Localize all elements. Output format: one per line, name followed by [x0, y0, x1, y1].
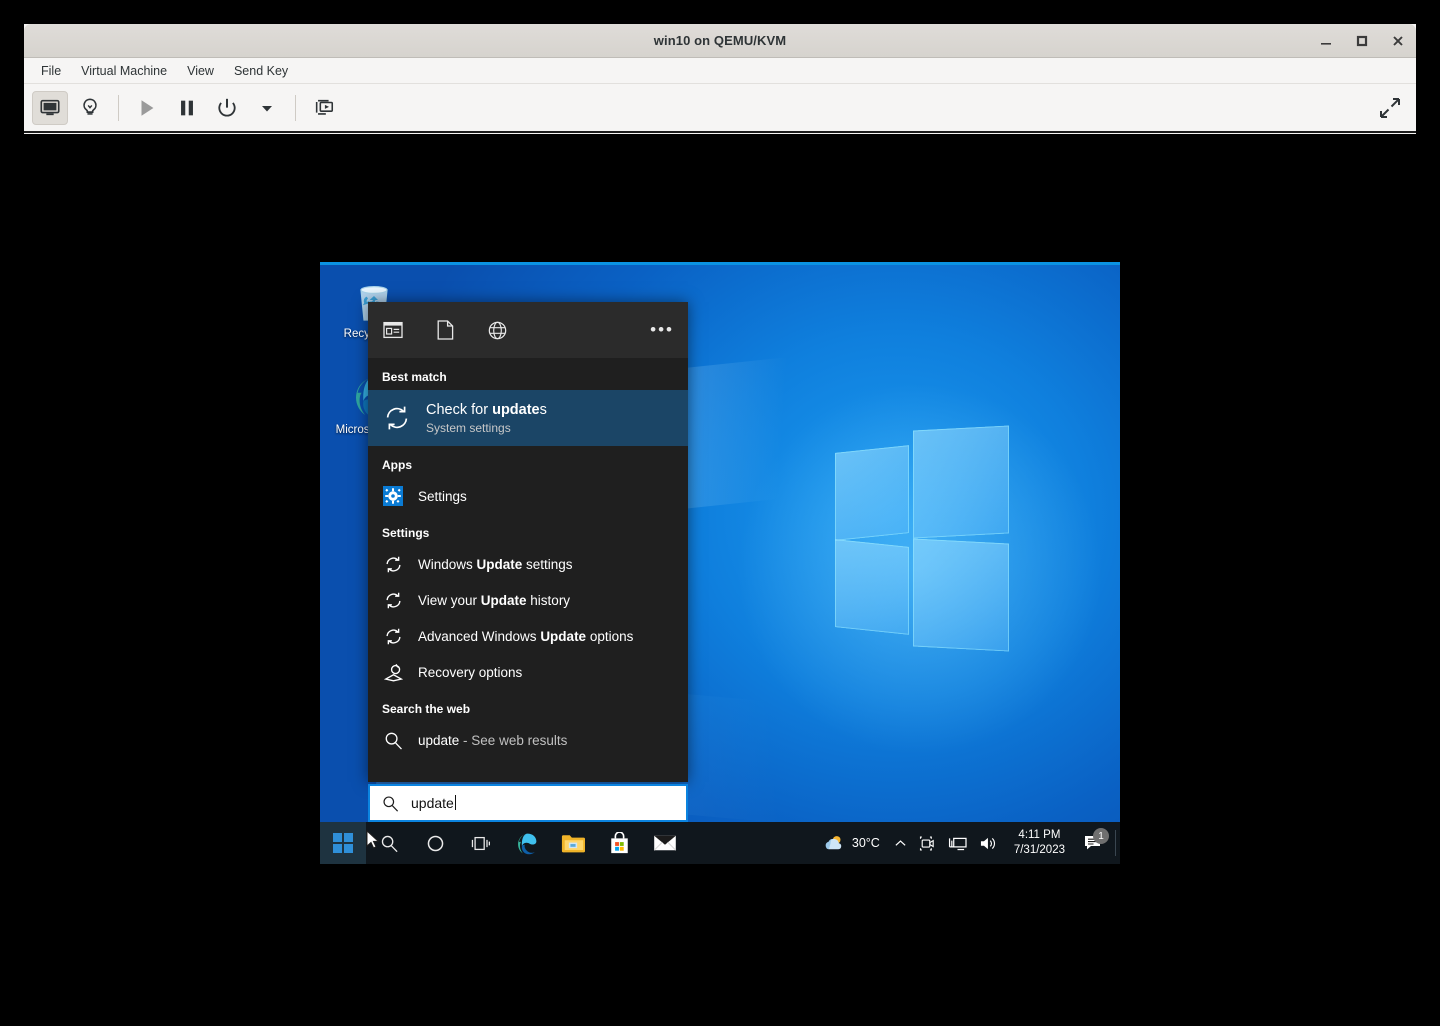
start-search-input[interactable]: update: [368, 784, 688, 822]
weather-widget[interactable]: 30°C: [813, 834, 888, 852]
search-icon: [382, 795, 399, 812]
notification-icon[interactable]: 1: [1075, 828, 1113, 852]
sun-cloud-icon: [825, 836, 842, 850]
show-desktop-button[interactable]: [1115, 830, 1116, 856]
settings-result-suffix: options: [586, 628, 634, 644]
screen-top-accent: [320, 262, 1120, 265]
toolbar-separator-2: [295, 94, 296, 121]
web-search-query: update: [418, 732, 460, 748]
apps-heading: Apps: [382, 458, 412, 472]
menu-file[interactable]: File: [32, 61, 70, 81]
web-icon[interactable]: [486, 319, 508, 341]
microsoft-edge-icon[interactable]: [504, 822, 550, 864]
settings-result-prefix: Advanced Windows: [418, 628, 541, 644]
clock-time: 4:11 PM: [1018, 829, 1061, 841]
vm-display-area[interactable]: Recycle Bin Microsoft Edge: [320, 262, 1120, 864]
refresh-icon: [382, 553, 404, 575]
console-view-button[interactable]: [32, 90, 68, 125]
toolbar-separator-1: [118, 94, 119, 121]
refresh-icon: [382, 589, 404, 611]
best-match-result[interactable]: Check for updates System settings: [368, 390, 688, 446]
virt-manager-window: win10 on QEMU/KVM File Virtual Machine V…: [24, 24, 1416, 134]
menu-view[interactable]: View: [178, 61, 223, 81]
documents-icon[interactable]: [434, 319, 456, 341]
window-controls: [1318, 24, 1406, 58]
fullscreen-icon[interactable]: [1372, 91, 1408, 125]
settings-result-windows-update-settings[interactable]: Windows Update settings: [368, 546, 688, 582]
window-title: win10 on QEMU/KVM: [653, 33, 787, 48]
details-view-button[interactable]: [72, 91, 108, 125]
start-button[interactable]: [320, 822, 366, 864]
weather-temperature: 30°C: [851, 836, 880, 850]
file-explorer-icon[interactable]: [550, 822, 596, 864]
remote-display-icon[interactable]: [942, 822, 973, 864]
shutdown-button[interactable]: [209, 91, 245, 125]
settings-result-advanced-update-options[interactable]: Advanced Windows Update options: [368, 618, 688, 654]
maximize-icon[interactable]: [1354, 33, 1370, 49]
app-result-settings[interactable]: Settings: [368, 478, 688, 514]
web-search-result[interactable]: update - See web results: [368, 722, 688, 758]
pause-button[interactable]: [169, 91, 205, 125]
settings-result-recovery-options[interactable]: Recovery options: [368, 654, 688, 690]
system-tray: 30°C 4:11 PM 7/31/2023 1: [813, 822, 1120, 864]
recovery-icon: [382, 661, 404, 683]
run-button[interactable]: [129, 91, 165, 125]
best-match-title-suffix: s: [539, 402, 547, 418]
menu-bar: File Virtual Machine View Send Key: [24, 58, 1416, 84]
refresh-icon: [382, 403, 412, 433]
mail-icon[interactable]: [642, 822, 688, 864]
settings-result-view-update-history[interactable]: View your Update history: [368, 582, 688, 618]
all-results-icon[interactable]: [382, 319, 404, 341]
mouse-cursor-icon: [366, 830, 380, 849]
minimize-icon[interactable]: [1318, 33, 1334, 49]
settings-result-label: Recovery options: [418, 664, 523, 680]
clock-date: 7/31/2023: [1013, 844, 1065, 856]
settings-result-prefix: View your: [418, 592, 481, 608]
qemu-guest-agent-icon[interactable]: [913, 822, 942, 864]
windows-taskbar: 30°C 4:11 PM 7/31/2023 1: [320, 822, 1120, 864]
settings-result-prefix: Windows: [418, 556, 477, 572]
more-options-icon[interactable]: •••: [650, 321, 674, 338]
snapshots-button[interactable]: [306, 91, 342, 125]
menu-send-key[interactable]: Send Key: [225, 61, 297, 81]
settings-result-match: Update: [480, 592, 527, 608]
chevron-up-icon[interactable]: [888, 822, 913, 864]
search-panel-header: •••: [368, 302, 688, 358]
best-match-subtitle: System settings: [426, 421, 511, 435]
window-titlebar: win10 on QEMU/KVM: [24, 24, 1416, 58]
web-search-suffix: - See web results: [459, 732, 568, 748]
settings-result-match: Update: [540, 628, 587, 644]
taskbar-clock[interactable]: 4:11 PM 7/31/2023: [1004, 828, 1075, 858]
app-result-label: Settings: [418, 488, 467, 504]
menu-virtual-machine[interactable]: Virtual Machine: [72, 61, 176, 81]
settings-gear-icon: [382, 485, 404, 507]
notification-count-badge: 1: [1093, 828, 1109, 844]
shutdown-menu-button[interactable]: [249, 91, 285, 125]
web-search-heading: Search the web: [382, 702, 471, 716]
task-view-icon[interactable]: [458, 822, 504, 864]
close-icon[interactable]: [1390, 33, 1406, 49]
settings-result-suffix: settings: [522, 556, 573, 572]
speaker-icon[interactable]: [973, 822, 1004, 864]
wallpaper-windows-logo: [835, 425, 1025, 662]
best-match-title-prefix: Check for: [426, 402, 493, 418]
settings-result-match: Update: [476, 556, 523, 572]
vm-toolbar: [24, 84, 1416, 133]
refresh-icon: [382, 625, 404, 647]
microsoft-store-icon[interactable]: [596, 822, 642, 864]
settings-heading: Settings: [382, 526, 430, 540]
cortana-icon[interactable]: [412, 822, 458, 864]
best-match-heading: Best match: [382, 370, 447, 384]
start-search-results-panel: ••• Best match Check for updates System …: [368, 302, 688, 782]
text-caret: [454, 795, 456, 810]
best-match-title-match: update: [492, 402, 540, 418]
search-icon: [382, 729, 404, 751]
search-input-value: update: [411, 795, 454, 811]
settings-result-suffix: history: [526, 592, 571, 608]
